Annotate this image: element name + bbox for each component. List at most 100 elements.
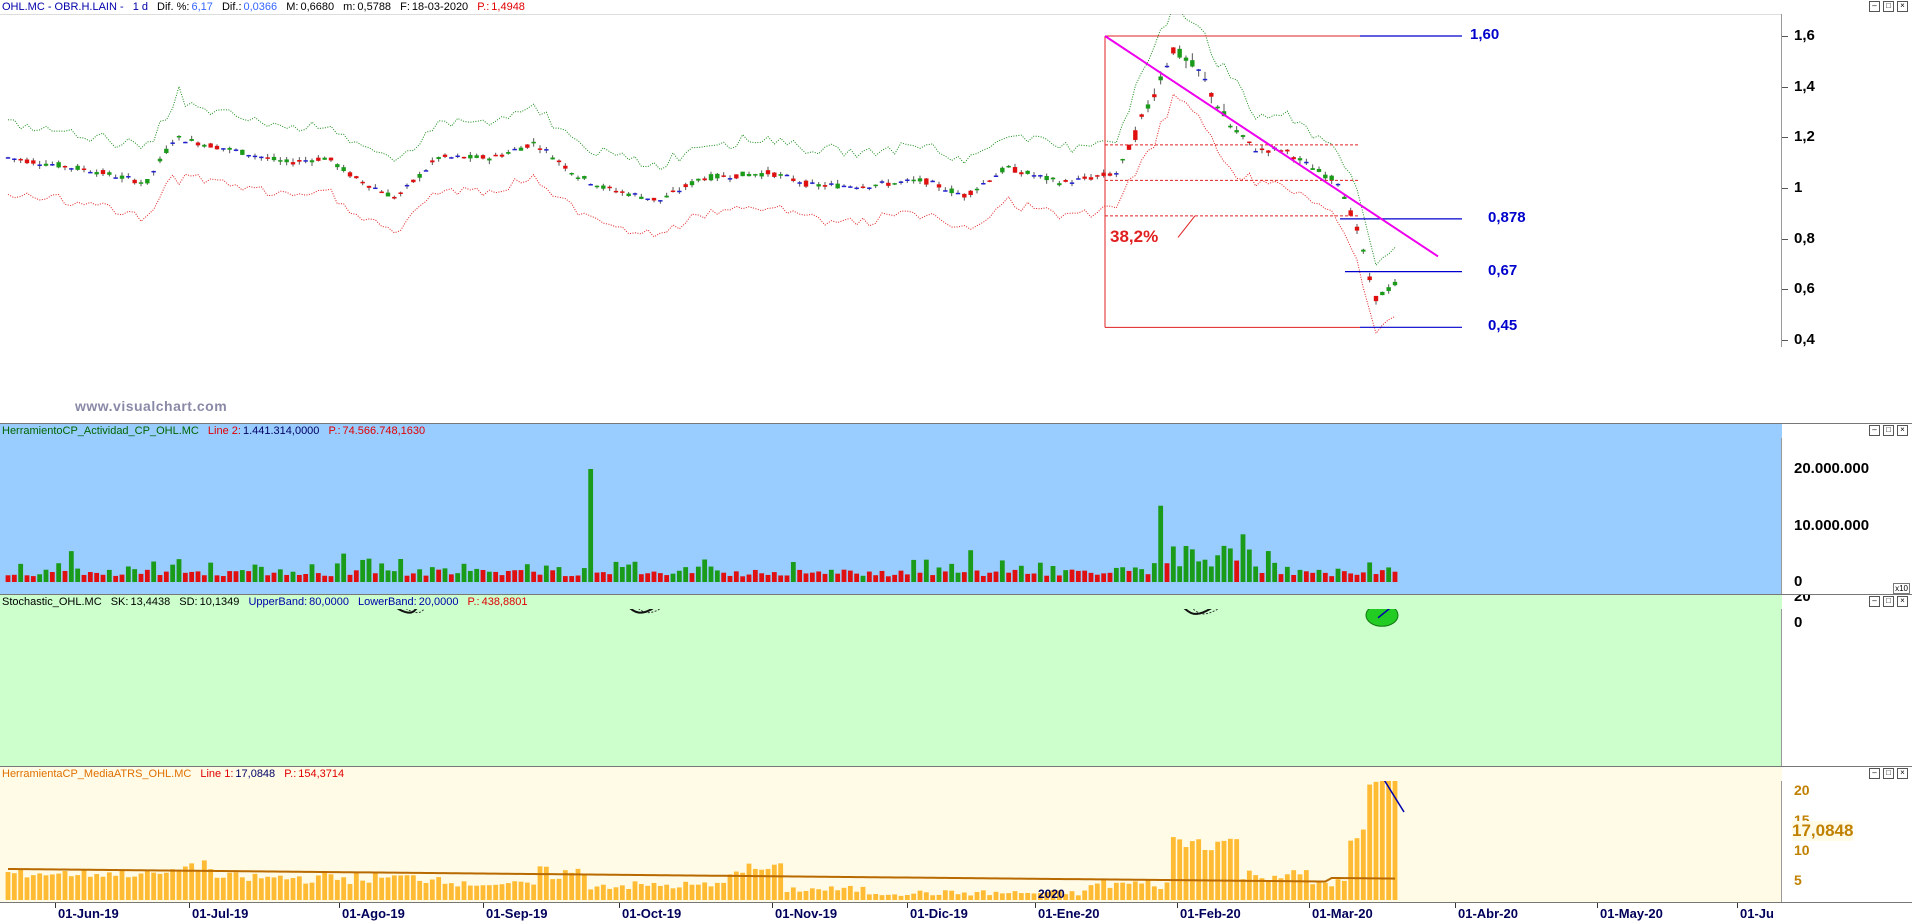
atr-bar [537,866,543,900]
volume-bar [372,573,378,582]
close-icon[interactable]: × [1897,425,1908,436]
candle-body [347,172,353,177]
atr-bar [1348,840,1354,900]
volume-bar [1113,567,1119,582]
candle-body [1171,47,1176,54]
candle-body [1114,173,1119,175]
candle-body [107,172,112,175]
volume-bar [651,571,657,582]
volume-bar [1050,566,1056,582]
volume-bar [683,567,689,582]
volume-bar [797,569,803,582]
atr-bar [708,886,714,900]
atr-bar [106,872,112,900]
candle-body [841,185,847,188]
atr-bar [125,877,131,900]
atr-bar [1183,847,1189,900]
volume-bar [1018,565,1024,582]
price-chart[interactable] [0,14,1782,347]
volume-bar [436,569,442,582]
candle-body [487,158,492,161]
candle-body [252,155,258,158]
candle-body [1329,175,1334,181]
volume-bar [442,568,448,582]
atr-bar [404,875,410,900]
price-panel[interactable]: OHL.MC - OBR.H.LAIN - 1 d Dif. %: 6,17 Di… [0,0,1912,347]
candle-body [632,193,638,195]
stochastic-panel[interactable]: Stochastic_OHL.MC SK: 13,4438 SD: 10,1349 … [0,594,1912,766]
atr-bar [746,863,752,900]
atr-panel[interactable]: HerramientaCP_MediaATRS_OHL.MC Line 1: 17… [0,766,1912,903]
fib-level-label: 1,60 [1470,26,1500,43]
sk-value: 13,4438 [130,596,171,608]
atr-bar [385,877,391,900]
volume-bar [106,569,112,582]
maximize-icon[interactable]: □ [1883,768,1894,779]
x-axis-tick [189,903,190,908]
atr-bar [410,875,416,900]
candle-body [759,173,764,177]
volume-bar [271,572,277,582]
atr-bar [113,875,119,900]
volume-bar [315,573,321,582]
candle-body [518,147,524,151]
candle-body [924,178,929,185]
minimize-icon[interactable]: – [1869,425,1880,436]
x-axis-tick [1455,903,1456,908]
volume-bar [1120,567,1126,582]
fib-level-label: 0,67 [1488,261,1518,279]
maximize-icon[interactable]: □ [1883,425,1894,436]
candle-body [1386,287,1391,291]
candle-body [689,181,695,186]
close-icon[interactable]: × [1897,596,1908,607]
volume-bar [657,573,663,582]
candle-body [1050,177,1056,180]
maximize-icon[interactable]: □ [1883,596,1894,607]
candle-body [1209,92,1214,97]
candle-body [195,142,201,146]
maximize-icon[interactable]: □ [1883,1,1894,12]
atr-bar [689,884,695,900]
candle-body [772,172,777,177]
close-icon[interactable]: × [1897,768,1908,779]
close-icon[interactable]: × [1897,1,1908,12]
candle-body [341,167,346,172]
volume-bar [733,571,739,582]
minimize-icon[interactable]: – [1869,596,1880,607]
atr-chart[interactable] [0,781,1782,903]
volume-bar [290,571,296,582]
candle-body [81,168,87,171]
volume-bar [569,576,575,582]
volume-chart[interactable] [0,438,1782,594]
candle-body [670,190,676,193]
volume-bar [556,567,562,582]
volume-bar [828,569,834,582]
atr-bar [1126,883,1132,900]
candle-body [898,181,904,183]
volume-bar [790,562,796,582]
volume-bar [455,573,461,582]
atr-bar [999,893,1005,900]
minimize-icon[interactable]: – [1869,1,1880,12]
volume-bar [239,570,245,582]
volume-bar [113,575,119,582]
price-tick-mark [1782,289,1788,291]
candle-body [132,179,137,184]
candle-body [848,186,853,188]
candle-body [1063,179,1068,182]
watermark-text: www.visualchart.com [75,398,228,414]
atr-bar [581,874,587,900]
atr-name: HerramientaCP_MediaATRS_OHL.MC [2,768,192,780]
atr-bar [429,879,435,900]
candle-body [1202,78,1208,81]
atr-bar [727,874,733,900]
candle-body [962,193,967,198]
minimize-icon[interactable]: – [1869,768,1880,779]
stochastic-panel-header: Stochastic_OHL.MC SK: 13,4438 SD: 10,1349 … [0,595,1912,609]
dif-pct-label: Dif. %: [157,1,190,13]
atr-bar [923,892,929,900]
stochastic-chart[interactable] [0,609,1782,766]
stoch-tick-label: 20 [1794,594,1811,606]
volume-panel[interactable]: HerramientoCP_Actividad_CP_OHL.MC Line 2… [0,423,1912,594]
volume-bar [233,571,239,582]
